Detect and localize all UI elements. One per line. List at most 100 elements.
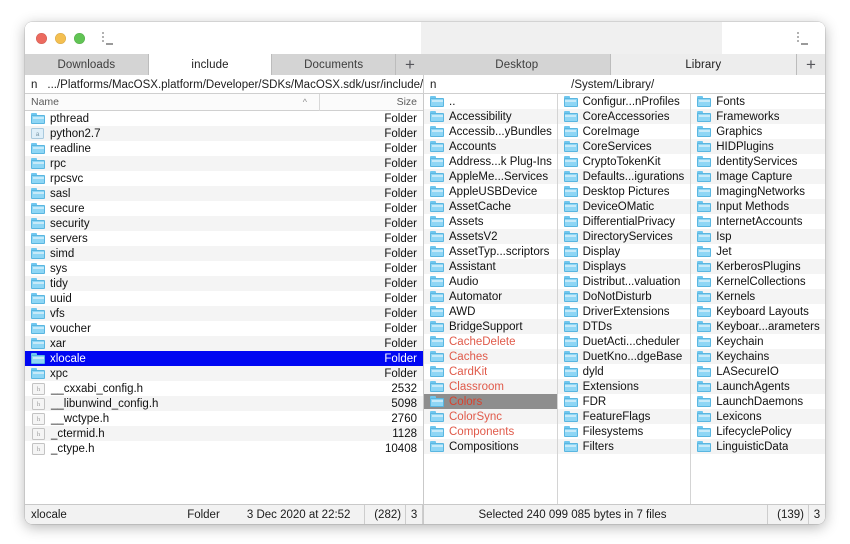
list-item[interactable]: Accounts: [424, 139, 557, 154]
table-row[interactable]: h_ctermid.h1128: [25, 426, 423, 441]
column-header-size[interactable]: Size: [320, 94, 423, 111]
left-path-cell[interactable]: n .../Platforms/MacOSX.platform/Develope…: [25, 75, 424, 94]
tab-desktop[interactable]: Desktop: [424, 54, 611, 75]
list-item[interactable]: LinguisticData: [691, 439, 825, 454]
list-item[interactable]: LifecyclePolicy: [691, 424, 825, 439]
zoom-button[interactable]: [74, 33, 85, 44]
table-row[interactable]: tidyFolder: [25, 276, 423, 291]
tab-documents[interactable]: Documents: [272, 54, 396, 75]
tab-include[interactable]: include: [149, 54, 273, 75]
list-item[interactable]: DuetKno...dgeBase: [558, 349, 691, 364]
list-item[interactable]: DirectoryServices: [558, 229, 691, 244]
list-item[interactable]: Input Methods: [691, 199, 825, 214]
list-item[interactable]: Keychain: [691, 334, 825, 349]
list-item[interactable]: Assistant: [424, 259, 557, 274]
list-item[interactable]: Keychains: [691, 349, 825, 364]
list-item[interactable]: CardKit: [424, 364, 557, 379]
file-column[interactable]: ..AccessibilityAccessib...yBundlesAccoun…: [424, 94, 558, 504]
list-item[interactable]: ..: [424, 94, 557, 109]
left-file-list[interactable]: pthreadFolderapython2.7FolderreadlineFol…: [25, 111, 423, 504]
right-file-columns[interactable]: ..AccessibilityAccessib...yBundlesAccoun…: [424, 94, 825, 504]
table-row[interactable]: readlineFolder: [25, 141, 423, 156]
list-item[interactable]: FDR: [558, 394, 691, 409]
new-tab-button-right[interactable]: +: [797, 54, 825, 75]
list-item[interactable]: DriverExtensions: [558, 304, 691, 319]
list-menu-icon-right[interactable]: [797, 32, 813, 45]
list-item[interactable]: CacheDelete: [424, 334, 557, 349]
column-header-name[interactable]: Name ^: [25, 94, 320, 111]
right-path-cell[interactable]: n /System/Library/: [424, 75, 825, 94]
tab-library[interactable]: Library: [611, 54, 798, 75]
list-item[interactable]: LaunchAgents: [691, 379, 825, 394]
list-item[interactable]: DTDs: [558, 319, 691, 334]
list-item[interactable]: Compositions: [424, 439, 557, 454]
list-item[interactable]: Automator: [424, 289, 557, 304]
list-item[interactable]: Distribut...valuation: [558, 274, 691, 289]
table-row[interactable]: securityFolder: [25, 216, 423, 231]
new-tab-button-left[interactable]: +: [396, 54, 424, 75]
table-row[interactable]: uuidFolder: [25, 291, 423, 306]
tab-downloads[interactable]: Downloads: [25, 54, 149, 75]
list-item[interactable]: Keyboar...arameters: [691, 319, 825, 334]
list-item[interactable]: Fonts: [691, 94, 825, 109]
list-item[interactable]: Classroom: [424, 379, 557, 394]
list-item[interactable]: Address...k Plug-Ins: [424, 154, 557, 169]
list-item[interactable]: Audio: [424, 274, 557, 289]
list-item[interactable]: AWD: [424, 304, 557, 319]
list-item[interactable]: DoNotDisturb: [558, 289, 691, 304]
list-item[interactable]: KernelCollections: [691, 274, 825, 289]
table-row[interactable]: xpcFolder: [25, 366, 423, 381]
list-item[interactable]: Configur...nProfiles: [558, 94, 691, 109]
table-row[interactable]: saslFolder: [25, 186, 423, 201]
list-item[interactable]: Lexicons: [691, 409, 825, 424]
table-row[interactable]: rpcFolder: [25, 156, 423, 171]
list-item[interactable]: LaunchDaemons: [691, 394, 825, 409]
file-column[interactable]: FontsFrameworksGraphicsHIDPluginsIdentit…: [691, 94, 825, 504]
list-item[interactable]: AppleUSBDevice: [424, 184, 557, 199]
table-row[interactable]: vfsFolder: [25, 306, 423, 321]
table-row[interactable]: simdFolder: [25, 246, 423, 261]
list-item[interactable]: ImagingNetworks: [691, 184, 825, 199]
list-item[interactable]: KerberosPlugins: [691, 259, 825, 274]
list-item[interactable]: Caches: [424, 349, 557, 364]
list-item[interactable]: Image Capture: [691, 169, 825, 184]
table-row[interactable]: h__cxxabi_config.h2532: [25, 381, 423, 396]
list-item[interactable]: Colors: [424, 394, 557, 409]
list-item[interactable]: ColorSync: [424, 409, 557, 424]
list-item[interactable]: Defaults...igurations: [558, 169, 691, 184]
table-row[interactable]: pthreadFolder: [25, 111, 423, 126]
list-item[interactable]: Kernels: [691, 289, 825, 304]
list-item[interactable]: BridgeSupport: [424, 319, 557, 334]
table-row[interactable]: xarFolder: [25, 336, 423, 351]
list-item[interactable]: Extensions: [558, 379, 691, 394]
list-item[interactable]: Components: [424, 424, 557, 439]
table-row[interactable]: apython2.7Folder: [25, 126, 423, 141]
list-item[interactable]: Displays: [558, 259, 691, 274]
table-row[interactable]: h__wctype.h2760: [25, 411, 423, 426]
list-item[interactable]: Assets: [424, 214, 557, 229]
table-row[interactable]: h__libunwind_config.h5098: [25, 396, 423, 411]
list-item[interactable]: Display: [558, 244, 691, 259]
table-row[interactable]: rpcsvcFolder: [25, 171, 423, 186]
list-item[interactable]: AppleMe...Services: [424, 169, 557, 184]
list-item[interactable]: dyld: [558, 364, 691, 379]
table-row[interactable]: h_ctype.h10408: [25, 441, 423, 456]
list-item[interactable]: Frameworks: [691, 109, 825, 124]
list-item[interactable]: DifferentialPrivacy: [558, 214, 691, 229]
minimize-button[interactable]: [55, 33, 66, 44]
list-item[interactable]: IdentityServices: [691, 154, 825, 169]
list-item[interactable]: Accessibility: [424, 109, 557, 124]
list-item[interactable]: Keyboard Layouts: [691, 304, 825, 319]
list-item[interactable]: DuetActi...cheduler: [558, 334, 691, 349]
list-item[interactable]: Isp: [691, 229, 825, 244]
list-item[interactable]: FeatureFlags: [558, 409, 691, 424]
list-item[interactable]: InternetAccounts: [691, 214, 825, 229]
close-button[interactable]: [36, 33, 47, 44]
list-item[interactable]: DeviceOMatic: [558, 199, 691, 214]
list-item[interactable]: AssetCache: [424, 199, 557, 214]
title-bar-drag-area[interactable]: [421, 22, 722, 54]
table-row[interactable]: secureFolder: [25, 201, 423, 216]
list-item[interactable]: CoreServices: [558, 139, 691, 154]
list-item[interactable]: Filters: [558, 439, 691, 454]
list-item[interactable]: LASecureIO: [691, 364, 825, 379]
